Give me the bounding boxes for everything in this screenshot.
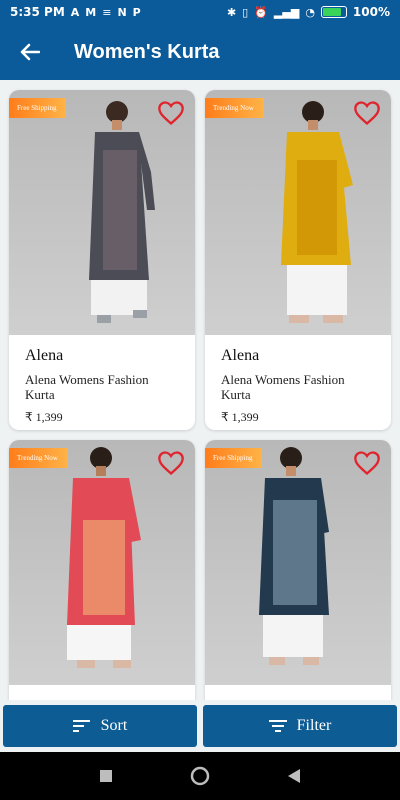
circle-icon	[190, 766, 210, 786]
arrow-left-icon	[20, 43, 40, 61]
filter-button[interactable]: Filter	[203, 705, 397, 747]
kurta-model-illustration	[259, 447, 329, 665]
shipping-badge: Free Shipping	[9, 98, 67, 118]
home-button[interactable]	[188, 764, 212, 788]
triangle-back-icon	[288, 769, 300, 783]
product-price: ₹ 1,399	[25, 410, 63, 424]
sort-button[interactable]: Sort	[3, 705, 197, 747]
kurta-model-illustration	[89, 101, 155, 323]
product-image: Free Shipping	[9, 90, 195, 335]
trending-badge: Trending Now	[205, 98, 264, 118]
signal-icon: ▂▄▆	[273, 5, 300, 19]
filter-icon	[268, 720, 287, 732]
product-info	[205, 685, 391, 700]
recents-button[interactable]	[94, 764, 118, 788]
app-bar: Women's Kurta	[0, 24, 400, 80]
alarm-icon: ⏰	[254, 5, 268, 19]
product-brand: Alena	[221, 347, 260, 364]
battery-percent: 100%	[352, 5, 390, 19]
product-image: Trending Now	[205, 90, 391, 335]
sort-icon	[72, 720, 90, 732]
notification-n-icon: N	[117, 5, 127, 19]
notification-a-icon: A	[70, 5, 80, 19]
trending-badge: Trending Now	[9, 448, 68, 468]
product-card[interactable]: Trending Now	[9, 440, 195, 700]
shipping-badge: Free Shipping	[205, 448, 263, 468]
clock: 5:35 PM	[10, 5, 65, 19]
product-price: ₹ 1,399	[221, 410, 259, 424]
system-navigation-bar	[0, 752, 400, 800]
back-nav-button[interactable]	[282, 764, 306, 788]
wishlist-heart-icon[interactable]	[353, 450, 381, 476]
wishlist-heart-icon[interactable]	[157, 450, 185, 476]
product-image: Trending Now	[9, 440, 195, 685]
kurta-model-illustration	[281, 101, 353, 323]
notification-p-icon: P	[132, 5, 141, 19]
product-card[interactable]: Free Shipping Alena Alena Womens Fashion…	[9, 90, 195, 430]
filter-label: Filter	[296, 717, 332, 734]
wishlist-heart-icon[interactable]	[157, 100, 185, 126]
product-card[interactable]: Trending Now Alena Alena Womens Fashion …	[205, 90, 391, 430]
kurta-model-illustration	[67, 447, 141, 668]
product-info	[9, 685, 195, 700]
sort-filter-bar: Sort Filter	[0, 700, 400, 752]
product-info: Alena Alena Womens Fashion Kurta ₹ 1,399	[205, 335, 391, 430]
back-button[interactable]	[16, 38, 44, 66]
sort-label: Sort	[100, 717, 128, 734]
product-info: Alena Alena Womens Fashion Kurta ₹ 1,399	[9, 335, 195, 430]
product-brand: Alena	[25, 347, 64, 364]
status-bar: 5:35 PM A M ≡ N P ✱ ▯ ⏰ ▂▄▆ ◔ 100%	[0, 0, 400, 24]
product-grid: Free Shipping Alena Alena Womens Fashion…	[0, 80, 400, 700]
product-name: Alena Womens Fashion Kurta	[221, 372, 345, 402]
notification-m-icon: M	[85, 5, 97, 19]
bluetooth-icon: ✱	[226, 5, 237, 19]
product-name: Alena Womens Fashion Kurta	[25, 372, 149, 402]
wifi-icon: ◔	[305, 5, 315, 19]
notification-list-icon: ≡	[102, 5, 112, 19]
page-title: Women's Kurta	[74, 40, 220, 63]
product-card[interactable]: Free Shipping	[205, 440, 391, 700]
square-icon	[100, 770, 112, 782]
wishlist-heart-icon[interactable]	[353, 100, 381, 126]
vibrate-icon: ▯	[242, 5, 249, 19]
product-image: Free Shipping	[205, 440, 391, 685]
battery-icon	[320, 6, 347, 18]
